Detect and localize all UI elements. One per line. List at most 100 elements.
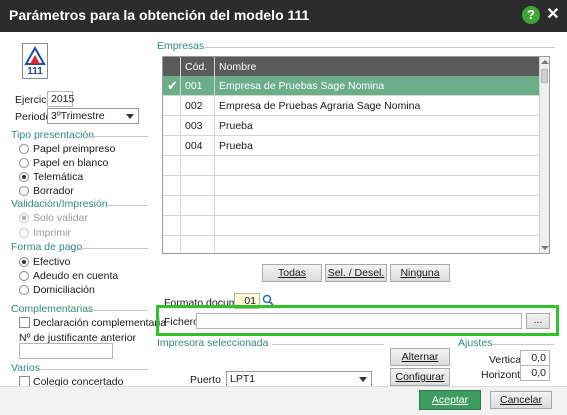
option-papel-en-blanco: Papel en blanco [33,157,109,169]
divider [108,205,148,206]
cancelar-button[interactable]: Cancelar [490,391,552,409]
vertical-value: 0,0 [531,352,546,364]
declaracion-complementaria-label: Declaración complementaria [33,317,167,329]
sel-desel-button-label: Sel. / Desel. [327,267,385,279]
tipo-presentacion-title: Tipo presentación [11,129,95,141]
divider [205,47,555,48]
row-nombre: Prueba [219,120,253,132]
divider [272,344,384,345]
empresas-grid[interactable]: Cód. Nombre ✔ 001 Empresa de Pruebas Sag… [162,56,550,254]
periodo-label: Periodo [15,111,52,123]
empty-row [163,236,539,253]
tax-agency-logo-icon [24,46,46,65]
row-nombre: Empresa de Pruebas Sage Nomina [219,80,385,92]
option-imprimir: Imprimir [33,227,71,239]
modelo-111-logo: 111 [22,43,48,79]
window-title: Parámetros para la obtención del modelo … [9,7,310,23]
ajustes-title: Ajustes [458,337,493,349]
chevron-down-icon [126,114,134,119]
radio-efectivo[interactable] [19,257,29,267]
row-cod: 001 [185,80,203,92]
aceptar-button[interactable]: Aceptar [419,390,481,410]
column-divider [214,57,215,253]
column-divider [180,57,181,253]
todas-button-label: Todas [277,267,307,279]
radio-imprimir[interactable] [19,228,29,238]
horizontal-input[interactable]: 0,0 [520,365,550,381]
grid-header: Cód. Nombre [163,57,539,76]
scroll-up-icon[interactable] [541,60,549,64]
varios-title: Varios [11,362,40,374]
configurar-button[interactable]: Configurar [390,368,450,386]
title-bar: Parámetros para la obtención del modelo … [0,0,567,32]
row-cod: 004 [185,140,203,152]
option-efectivo: Efectivo [33,256,71,268]
radio-domiciliacion[interactable] [19,285,29,295]
row-nombre: Prueba [219,140,253,152]
empresas-title: Empresas [157,40,205,52]
ejercicio-input[interactable]: 2015 [47,91,74,107]
vertical-input[interactable]: 0,0 [520,350,550,366]
radio-adeudo-en-cuenta[interactable] [19,271,29,281]
option-adeudo-en-cuenta: Adeudo en cuenta [33,270,119,282]
empty-row [163,216,539,236]
close-icon[interactable]: ✕ [545,5,561,25]
table-row[interactable]: 004 Prueba [163,136,539,156]
validacion-title: Validación/Impresión [11,198,108,210]
sel-desel-button[interactable]: Sel. / Desel. [325,264,387,282]
vertical-label: Vertical [489,354,524,366]
radio-papel-preimpreso[interactable] [19,144,29,154]
column-header-cod[interactable]: Cód. [185,61,207,73]
row-cod: 002 [185,100,203,112]
empty-row [163,196,539,216]
radio-telematica[interactable] [19,172,29,182]
complementarias-title: Complementarias [11,303,94,315]
forma-pago-title: Forma de pago [11,241,83,253]
alternar-button-label: Alternar [401,351,439,363]
scroll-down-icon[interactable] [541,246,549,250]
help-icon[interactable]: ? [522,6,540,24]
fichero-input[interactable] [196,313,522,329]
footer-bar [0,386,567,415]
chevron-down-icon [359,377,367,382]
periodo-value: 3ºTrimestre [51,110,105,122]
empty-row [163,156,539,176]
row-cod: 003 [185,120,203,132]
divider [40,369,148,370]
radio-papel-en-blanco[interactable] [19,158,29,168]
row-nombre: Empresa de Pruebas Agraria Sage Nomina [219,100,421,112]
justificante-input[interactable] [19,343,113,359]
periodo-select[interactable]: 3ºTrimestre [47,108,139,124]
puerto-select[interactable]: LPT1 [226,371,372,387]
option-domiciliacion: Domiciliación [33,284,95,296]
ninguna-button-label: Ninguna [400,267,440,279]
horizontal-value: 0,0 [531,367,546,379]
divider [88,310,148,311]
option-solo-validar: Solo validar [33,212,88,224]
alternar-button[interactable]: Alternar [390,348,450,366]
divider [78,248,148,249]
table-row[interactable]: 002 Empresa de Pruebas Agraria Sage Nomi… [163,96,539,116]
table-row[interactable]: 003 Prueba [163,116,539,136]
logo-number: 111 [27,66,43,77]
column-header-nombre[interactable]: Nombre [219,61,256,73]
option-papel-preimpreso: Papel preimpreso [33,143,116,155]
impresora-title: Impresora seleccionada [157,337,269,349]
scroll-thumb[interactable] [541,69,548,83]
fichero-browse-button[interactable]: ... [526,313,550,329]
cancelar-button-label: Cancelar [499,394,543,406]
radio-borrador[interactable] [19,186,29,196]
todas-button[interactable]: Todas [262,264,322,282]
ninguna-button[interactable]: Ninguna [390,264,450,282]
declaracion-complementaria-checkbox[interactable] [19,317,30,328]
configurar-button-label: Configurar [395,371,445,383]
grid-scrollbar[interactable] [539,57,549,253]
option-borrador: Borrador [33,185,74,197]
divider [88,136,148,137]
divider [492,344,554,345]
radio-solo-validar[interactable] [19,213,29,223]
check-icon: ✔ [167,78,178,93]
puerto-value: LPT1 [230,373,256,385]
browse-label: ... [533,314,543,326]
table-row[interactable]: ✔ 001 Empresa de Pruebas Sage Nomina [163,76,539,96]
